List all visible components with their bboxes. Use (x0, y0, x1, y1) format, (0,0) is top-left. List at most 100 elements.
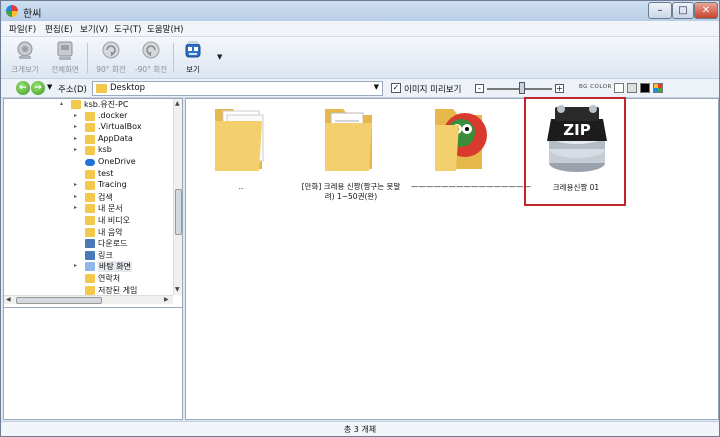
maximize-button[interactable]: □ (672, 2, 694, 19)
app-window: 한씨 – □ ✕ 파일(F) 편집(E) 보기(V) 도구(T) 도움말(H) … (0, 0, 720, 437)
folder-icon (85, 216, 95, 225)
tree-item-label: 내 문서 (98, 204, 123, 214)
tree-item-label: Tracing (98, 180, 127, 190)
rotate-left-button[interactable]: -90° 회전 (131, 39, 171, 77)
toolbar-separator (87, 43, 88, 73)
back-button[interactable]: ← (16, 81, 30, 95)
thumbnail-caption: [만화] 크레용 신짱(짱구는 못말려) 1~50권(완) (301, 182, 401, 201)
menu-bar: 파일(F) 편집(E) 보기(V) 도구(T) 도움말(H) (1, 21, 719, 37)
thumbnail-item-image-folder[interactable]: ———————————————— (411, 99, 531, 207)
folder-icon (85, 262, 95, 272)
rotate-left-label: -90° 회전 (134, 65, 168, 74)
folder-icon (85, 227, 95, 237)
view-label: 보기 (186, 65, 200, 74)
thumbnail-caption: .. (238, 182, 244, 191)
view-button[interactable]: 보기 (173, 39, 213, 77)
window-title: 한씨 (23, 9, 42, 20)
address-dropdown-icon[interactable]: ▼ (374, 83, 379, 91)
cloud-icon (85, 159, 95, 166)
thumbnail-caption: ———————————————— (411, 182, 531, 191)
bg-color-label: BG COLOR (579, 84, 612, 90)
address-field[interactable]: Desktop ▼ (92, 81, 383, 96)
minimize-button[interactable]: – (648, 2, 672, 19)
expand-arrow-icon[interactable]: ▸ (74, 146, 77, 153)
enlarge-view-label: 크게보기 (11, 65, 39, 74)
image-folder-icon (435, 109, 487, 171)
tree-vertical-scrollbar[interactable]: ▲ ▼ (173, 99, 182, 295)
zoom-slider-thumb[interactable] (519, 82, 525, 94)
fullscreen-icon (57, 41, 73, 60)
folder-icon (85, 123, 95, 133)
tree-item-label: .VirtualBox (98, 122, 142, 132)
tree-item-label: 바탕 화면 (98, 261, 132, 273)
tree-item-label: 연락처 (98, 274, 121, 283)
expand-arrow-icon[interactable]: ▸ (74, 204, 77, 211)
bg-swatch-gray[interactable] (627, 83, 637, 93)
title-bar[interactable]: 한씨 – □ ✕ (1, 1, 719, 21)
tree-item-label: 내 음악 (98, 227, 123, 237)
thumbnail-item-comic-folder[interactable]: [만화] 크레용 신짱(짱구는 못말려) 1~50권(완) (301, 99, 401, 207)
scroll-right-icon[interactable]: ▶ (164, 296, 169, 303)
thumbnail-item-zip-selected[interactable]: ZIP 크레용신짱 01 (524, 97, 626, 206)
history-dropdown-icon[interactable]: ▼ (47, 83, 52, 91)
tree-item-label: 내 비디오 (98, 216, 130, 225)
enlarge-view-button[interactable]: 크게보기 (5, 39, 45, 77)
tree-item-label: 다운로드 (98, 239, 128, 249)
scroll-down-icon[interactable]: ▼ (175, 286, 180, 293)
folder-icon (71, 100, 81, 109)
address-bar: ← → ▼ 주소(D) Desktop ▼ ✓ 이미지 미리보기 - + BG … (1, 79, 719, 98)
zoom-out-button[interactable]: - (475, 84, 484, 93)
fullscreen-button[interactable]: 전체화면 (45, 39, 85, 77)
bg-swatch-white[interactable] (614, 83, 624, 93)
view-dropdown-arrow[interactable]: ▼ (217, 53, 222, 61)
scroll-left-icon[interactable]: ◀ (6, 296, 11, 303)
thumbnail-item-parent-folder[interactable]: .. (191, 99, 291, 207)
close-button[interactable]: ✕ (694, 2, 718, 19)
scroll-up-icon[interactable]: ▲ (175, 100, 180, 107)
expand-arrow-icon[interactable]: ▸ (74, 123, 77, 130)
rotate-right-label: 90° 회전 (96, 65, 126, 74)
rotate-right-button[interactable]: 90° 회전 (91, 39, 131, 77)
image-preview-label: 이미지 미리보기 (404, 85, 462, 95)
bg-swatch-black[interactable] (640, 83, 650, 93)
expand-arrow-icon[interactable]: ▸ (74, 112, 77, 119)
thumbnail-caption: 크레용신짱 01 (552, 183, 600, 192)
forward-button[interactable]: → (31, 81, 45, 95)
tree-item-label: ksb (98, 145, 112, 155)
folder-icon (85, 134, 95, 144)
tree-item-label: 저장된 게임 (98, 285, 138, 295)
folder-icon (85, 204, 95, 214)
tree-horizontal-scrollbar[interactable]: ◀ ▶ (4, 295, 173, 304)
bg-swatch-custom[interactable] (653, 83, 663, 93)
expand-arrow-icon[interactable]: ▴ (60, 100, 63, 107)
app-logo-icon (6, 5, 18, 17)
menu-file[interactable]: 파일(F) (9, 23, 36, 35)
folder-icon (85, 192, 95, 202)
view-icon (185, 41, 201, 58)
rotate-right-icon (102, 41, 120, 59)
folder-icon (325, 109, 372, 171)
image-preview-checkbox[interactable]: ✓ (391, 83, 401, 93)
tree-item-label: ksb.유진-PC (84, 100, 129, 109)
expand-arrow-icon[interactable]: ▸ (74, 181, 77, 188)
address-label: 주소(D) (58, 85, 87, 95)
folder-icon (85, 274, 95, 283)
menu-tools[interactable]: 도구(T) (114, 23, 141, 35)
expand-arrow-icon[interactable]: ▸ (74, 193, 77, 200)
menu-edit[interactable]: 편집(E) (45, 23, 73, 35)
thumbnail-pane: .. [만화] 크레용 신짱(짱구는 못말려) 1~50권(완) ———————… (185, 97, 719, 420)
expand-arrow-icon[interactable]: ▸ (74, 262, 77, 269)
zoom-in-button[interactable]: + (555, 84, 564, 93)
tree-item-label: .docker (98, 110, 128, 120)
address-value: Desktop (110, 83, 146, 93)
menu-help[interactable]: 도움말(H) (147, 23, 183, 35)
menu-view[interactable]: 보기(V) (80, 23, 108, 35)
tree-hscroll-thumb[interactable] (16, 297, 102, 304)
tree-item-label: AppData (98, 133, 133, 143)
folder-icon (96, 84, 107, 93)
zip-label: ZIP (563, 121, 590, 139)
folder-icon (85, 169, 95, 179)
pane-divider (4, 307, 182, 308)
expand-arrow-icon[interactable]: ▸ (74, 135, 77, 142)
tree-scroll-thumb[interactable] (175, 189, 182, 235)
